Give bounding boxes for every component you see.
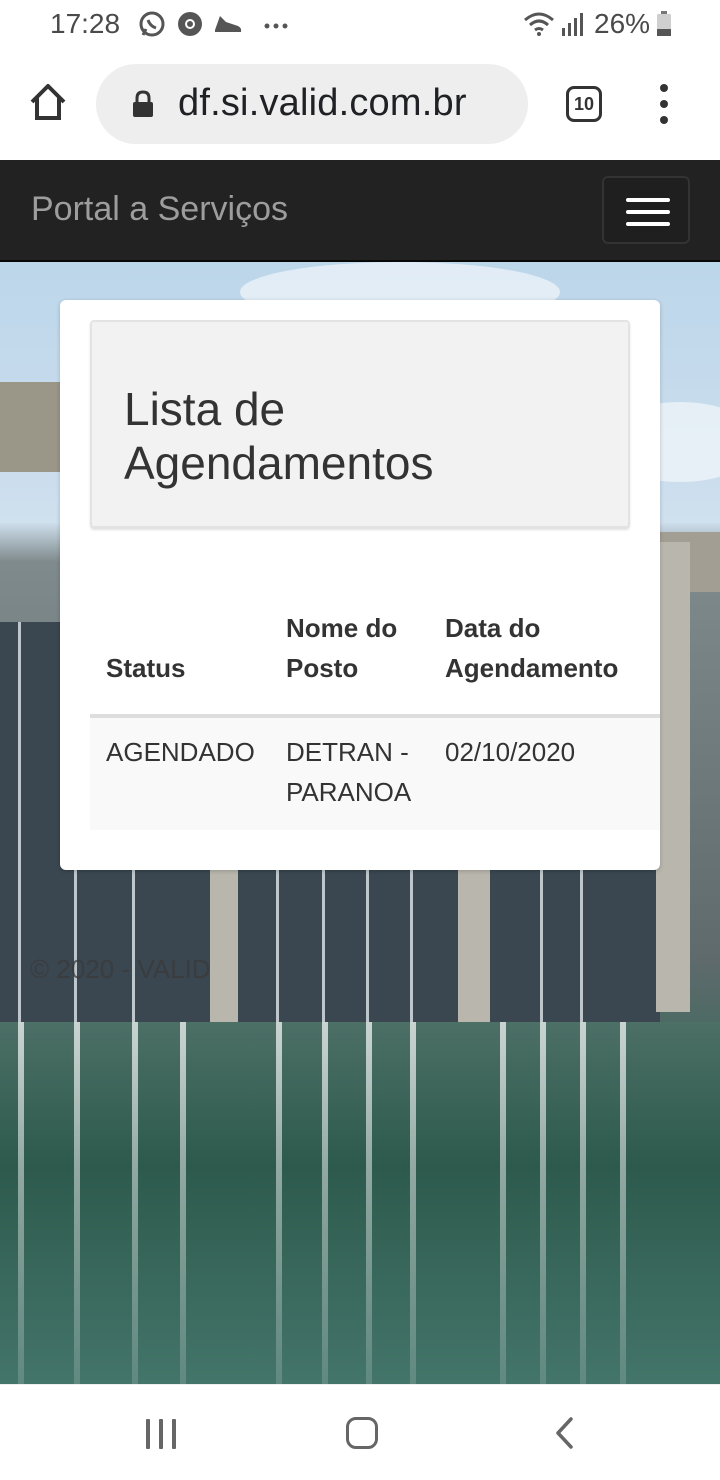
hamburger-bar xyxy=(626,210,670,214)
reflection xyxy=(322,1022,328,1384)
chrome-icon xyxy=(178,12,202,36)
home-icon[interactable] xyxy=(26,80,70,124)
cell-posto: DETRAN - PARANOA xyxy=(286,737,412,807)
browser-menu-icon[interactable] xyxy=(656,82,672,126)
hamburger-icon xyxy=(626,198,670,202)
reflection xyxy=(620,1022,626,1384)
status-bar: 17:28 26% xyxy=(0,0,720,50)
address-bar[interactable]: df.si.valid.com.br xyxy=(96,64,528,144)
whatsapp-icon xyxy=(139,11,165,37)
wifi-icon xyxy=(524,12,554,36)
reflection xyxy=(580,1022,586,1384)
navbar-brand[interactable]: Portal a Serviços xyxy=(31,190,288,229)
more-dots-icon xyxy=(264,23,288,29)
battery-percent: 26% xyxy=(594,8,651,39)
recents-icon-bar xyxy=(172,1419,176,1449)
recents-icon-bar xyxy=(159,1419,163,1449)
url-text: df.si.valid.com.br xyxy=(178,82,467,124)
recents-icon xyxy=(146,1419,150,1449)
column-header-data: Data do Agendamento xyxy=(445,613,619,683)
facade-line xyxy=(18,622,21,1022)
reflection xyxy=(366,1022,372,1384)
column-header-status: Status xyxy=(106,653,186,683)
tab-switcher-button[interactable]: 10 xyxy=(566,86,602,122)
battery-icon xyxy=(657,11,671,36)
reflection xyxy=(410,1022,416,1384)
footer-copyright: © 2020 - VALID xyxy=(30,954,211,984)
reflection xyxy=(132,1022,138,1384)
back-icon[interactable] xyxy=(552,1415,576,1451)
reflection xyxy=(180,1022,186,1384)
column xyxy=(656,542,690,1012)
content-card: Lista de Agendamentos Status Nome do Pos… xyxy=(60,300,660,870)
reflection xyxy=(276,1022,282,1384)
reflection xyxy=(540,1022,546,1384)
page-header-panel: Lista de Agendamentos xyxy=(90,320,630,528)
system-navigation-bar xyxy=(0,1384,720,1480)
signal-icon xyxy=(562,13,583,36)
page-title: Lista de Agendamentos xyxy=(124,383,434,489)
lock-icon xyxy=(133,90,153,117)
home-button[interactable] xyxy=(346,1417,378,1449)
building-roof xyxy=(0,382,60,472)
reflection xyxy=(18,1022,24,1384)
column-header-posto: Nome do Posto xyxy=(286,613,398,683)
navbar-toggle-button[interactable] xyxy=(602,176,690,244)
status-time: 17:28 xyxy=(50,8,121,39)
column xyxy=(210,862,238,1032)
cell-data: 02/10/2020 xyxy=(445,737,576,767)
table-row: AGENDADO DETRAN - PARANOA 02/10/2020 xyxy=(90,718,660,830)
reflection xyxy=(500,1022,506,1384)
recents-button[interactable] xyxy=(146,1419,185,1454)
water-pool xyxy=(0,1022,720,1384)
cell-status: AGENDADO xyxy=(106,737,255,767)
browser-toolbar: df.si.valid.com.br 10 xyxy=(0,50,720,160)
column xyxy=(458,862,490,1032)
site-navbar: Portal a Serviços xyxy=(0,160,720,262)
hamburger-bar xyxy=(626,222,670,226)
reflection xyxy=(74,1022,80,1384)
shoe-icon xyxy=(215,16,242,32)
